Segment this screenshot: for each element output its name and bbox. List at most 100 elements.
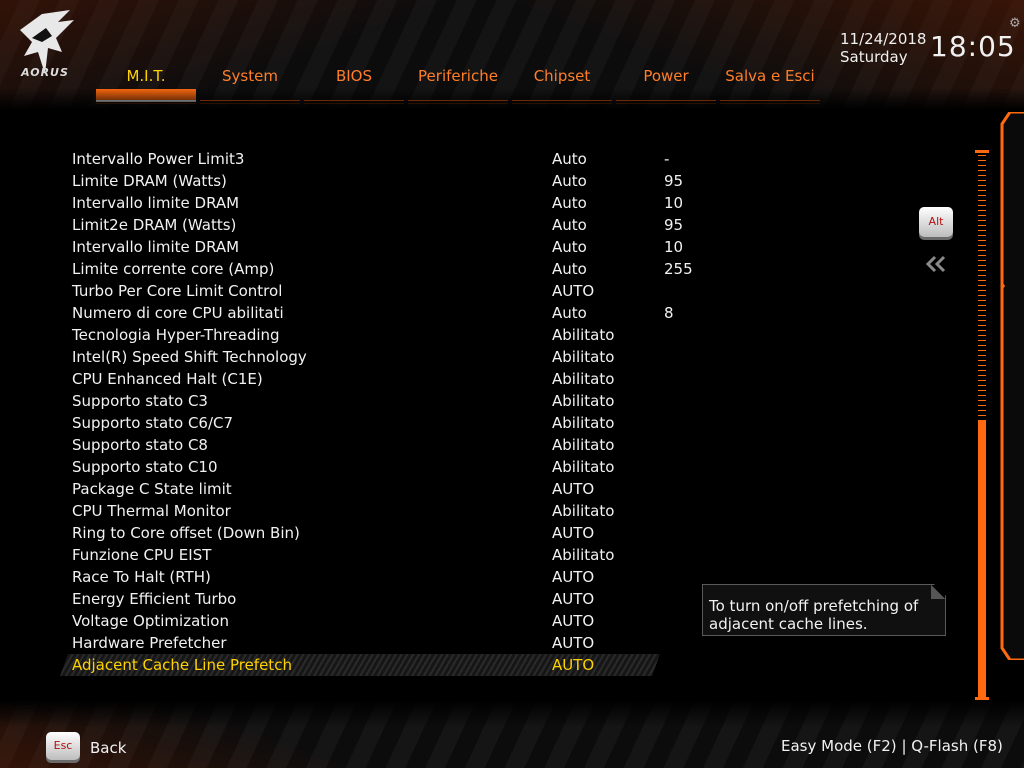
setting-label: Funzione CPU EIST: [72, 546, 212, 564]
setting-value: Abilitato: [552, 546, 615, 564]
setting-label: Intervallo Power Limit3: [72, 150, 245, 168]
tab-label: Chipset: [533, 67, 591, 85]
setting-current-value: 255: [664, 260, 693, 278]
setting-current-value: 10: [664, 194, 684, 212]
setting-row[interactable]: Intel(R) Speed Shift Technology Abilitato: [60, 346, 660, 368]
gear-icon[interactable]: ⚙: [1009, 17, 1023, 31]
tab-label: Salva e Esci: [725, 67, 815, 85]
setting-row[interactable]: Race To Halt (RTH) AUTO: [60, 566, 660, 588]
tab-label: M.I.T.: [126, 67, 166, 85]
setting-row[interactable]: CPU Enhanced Halt (C1E) Abilitato: [60, 368, 660, 390]
setting-label: Hardware Prefetcher: [72, 634, 227, 652]
setting-row[interactable]: Limite DRAM (Watts) Auto 95: [60, 170, 683, 192]
setting-value: Abilitato: [552, 370, 615, 388]
setting-current-value: 10: [664, 238, 684, 256]
tooltip-line: adjacent cache lines.: [709, 615, 868, 633]
setting-value: AUTO: [552, 612, 595, 630]
setting-value: Auto: [552, 304, 587, 322]
day-text: Saturday: [840, 48, 908, 66]
setting-row[interactable]: CPU Thermal Monitor Abilitato: [60, 500, 660, 522]
esc-key-button[interactable]: Esc: [46, 732, 80, 760]
setting-row[interactable]: Intervallo limite DRAM Auto 10: [60, 236, 683, 258]
setting-row[interactable]: Limite corrente core (Amp) Auto 255: [60, 258, 693, 280]
easy-mode-link[interactable]: Easy Mode (F2): [781, 737, 897, 755]
setting-row[interactable]: Turbo Per Core Limit Control AUTO: [60, 280, 660, 302]
setting-label: Ring to Core offset (Down Bin): [72, 524, 300, 542]
setting-label: Limit2e DRAM (Watts): [72, 216, 237, 234]
setting-row-selected[interactable]: Adjacent Cache Line Prefetch AUTO: [60, 654, 660, 676]
tooltip-line: To turn on/off prefetching of: [709, 597, 919, 615]
setting-row[interactable]: Numero di core CPU abilitati Auto 8: [60, 302, 674, 324]
setting-row[interactable]: Supporto stato C6/C7 Abilitato: [60, 412, 660, 434]
setting-value: AUTO: [552, 524, 595, 542]
setting-value: Auto: [552, 260, 587, 278]
setting-label: Supporto stato C10: [72, 458, 218, 476]
scrollbar[interactable]: [975, 150, 989, 700]
help-tooltip: To turn on/off prefetching of adjacent c…: [702, 584, 946, 636]
setting-value: Auto: [552, 216, 587, 234]
setting-value: Auto: [552, 150, 587, 168]
tab-bios[interactable]: BIOS: [304, 64, 404, 104]
setting-value: Abilitato: [552, 436, 615, 454]
setting-label: Energy Efficient Turbo: [72, 590, 237, 608]
setting-current-value: 8: [664, 304, 674, 322]
setting-value: Abilitato: [552, 326, 615, 344]
setting-label: CPU Thermal Monitor: [72, 502, 231, 520]
tab-label: Power: [643, 67, 689, 85]
setting-label: Voltage Optimization: [72, 612, 229, 630]
setting-row[interactable]: Intervallo Power Limit3 Auto -: [60, 148, 669, 170]
tab-periferiche[interactable]: Periferiche: [408, 64, 508, 104]
side-panel-tab[interactable]: [996, 112, 1024, 660]
setting-row[interactable]: Hardware Prefetcher AUTO: [60, 632, 660, 654]
setting-row[interactable]: Supporto stato C10 Abilitato: [60, 456, 660, 478]
double-chevron-left-icon[interactable]: [924, 254, 948, 274]
setting-row[interactable]: Supporto stato C3 Abilitato: [60, 390, 660, 412]
footer-bar: [0, 700, 1024, 768]
scrollbar-thumb[interactable]: [978, 420, 986, 698]
setting-row[interactable]: Package C State limit AUTO: [60, 478, 660, 500]
setting-current-value: 95: [664, 216, 684, 234]
setting-value: Auto: [552, 238, 587, 256]
setting-value: Abilitato: [552, 348, 615, 366]
setting-row[interactable]: Funzione CPU EIST Abilitato: [60, 544, 660, 566]
setting-label: Adjacent Cache Line Prefetch: [72, 656, 292, 674]
setting-row[interactable]: Energy Efficient Turbo AUTO: [60, 588, 660, 610]
setting-row[interactable]: Ring to Core offset (Down Bin) AUTO: [60, 522, 660, 544]
tab-chipset[interactable]: Chipset: [512, 64, 612, 104]
setting-label: Numero di core CPU abilitati: [72, 304, 284, 322]
time-display: 18:05: [930, 30, 1016, 63]
setting-row[interactable]: Limit2e DRAM (Watts) Auto 95: [60, 214, 683, 236]
setting-row[interactable]: Supporto stato C8 Abilitato: [60, 434, 660, 456]
setting-value: AUTO: [552, 656, 595, 674]
setting-label: Tecnologia Hyper-Threading: [72, 326, 280, 344]
setting-row[interactable]: Tecnologia Hyper-Threading Abilitato: [60, 324, 660, 346]
setting-current-value: 95: [664, 172, 684, 190]
scrollbar-top-cap: [975, 150, 989, 153]
alt-key-button[interactable]: Alt: [919, 207, 953, 237]
setting-label: Package C State limit: [72, 480, 232, 498]
setting-label: Race To Halt (RTH): [72, 568, 211, 586]
tab-label: Periferiche: [418, 67, 498, 85]
setting-value: AUTO: [552, 282, 595, 300]
tab-salva-e-esci[interactable]: Salva e Esci: [720, 64, 820, 104]
settings-list: Intervallo Power Limit3 Auto - Limite DRAM…: [60, 148, 693, 676]
setting-label: Intervallo limite DRAM: [72, 238, 240, 256]
setting-label: Intervallo limite DRAM: [72, 194, 240, 212]
tab-label: System: [222, 67, 278, 85]
date-display: 11/24/2018 Saturday: [840, 30, 926, 66]
back-button[interactable]: Back: [90, 739, 126, 757]
tab-mit[interactable]: M.I.T.: [96, 64, 196, 104]
tab-system[interactable]: System: [200, 64, 300, 104]
setting-label: Intel(R) Speed Shift Technology: [72, 348, 307, 366]
setting-label: CPU Enhanced Halt (C1E): [72, 370, 263, 388]
tab-power[interactable]: Power: [616, 64, 716, 104]
setting-label: Supporto stato C8: [72, 436, 208, 454]
setting-value: AUTO: [552, 480, 595, 498]
setting-row[interactable]: Voltage Optimization AUTO: [60, 610, 660, 632]
qflash-link[interactable]: Q-Flash (F8): [911, 737, 1003, 755]
setting-value: Abilitato: [552, 502, 615, 520]
setting-value: Abilitato: [552, 392, 615, 410]
setting-label: Limite DRAM (Watts): [72, 172, 227, 190]
setting-row[interactable]: Intervallo limite DRAM Auto 10: [60, 192, 683, 214]
setting-value: Abilitato: [552, 414, 615, 432]
